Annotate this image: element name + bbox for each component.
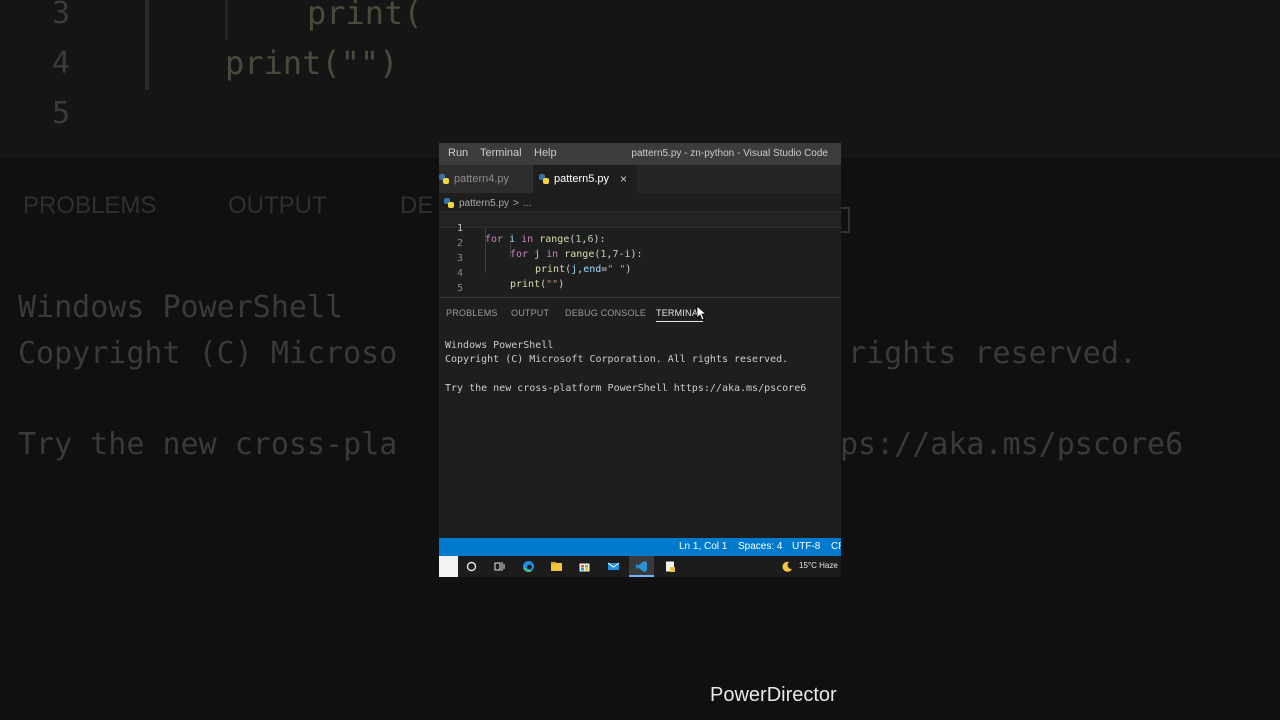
tab-problems[interactable]: PROBLEMS xyxy=(446,308,498,318)
task-view-icon[interactable] xyxy=(493,560,506,573)
bg-terminal-line: Windows PowerShell xyxy=(18,290,344,325)
line-number: 5 xyxy=(456,283,463,294)
windows-taskbar: 15°C Haze xyxy=(439,556,841,577)
terminal-line: Copyright (C) Microsoft Corporation. All… xyxy=(445,354,789,365)
bg-gutter xyxy=(145,0,149,90)
status-bar: Ln 1, Col 1 Spaces: 4 UTF-8 CR xyxy=(439,538,841,556)
document-app-icon[interactable] xyxy=(664,560,677,573)
file-explorer-icon[interactable] xyxy=(550,560,563,573)
search-icon[interactable] xyxy=(465,560,478,573)
tab-pattern5[interactable]: pattern5.py × xyxy=(533,165,637,193)
code-line[interactable]: 5 xyxy=(439,272,841,294)
python-file-icon xyxy=(439,174,449,184)
code-line[interactable]: 3 print(j,end=" ") xyxy=(439,242,841,275)
code-line[interactable]: 4 print("") xyxy=(439,257,841,290)
active-app-indicator xyxy=(629,575,654,577)
bg-line-number: 3 xyxy=(52,0,71,31)
code-line[interactable]: 2 for j in range(1,7-i): xyxy=(439,227,841,260)
close-icon[interactable]: × xyxy=(620,172,627,186)
bg-terminal-line: Try the new cross-pla xyxy=(18,427,398,462)
menu-terminal[interactable]: Terminal xyxy=(480,147,522,159)
bg-panel-tab: PROBLEMS xyxy=(23,192,157,219)
status-eol[interactable]: CR xyxy=(831,541,841,552)
bg-terminal-line: rights reserved. xyxy=(848,336,1137,371)
terminal-line: Try the new cross-platform PowerShell ht… xyxy=(445,383,807,394)
mouse-cursor-icon xyxy=(696,305,706,321)
tab-debug-console[interactable]: DEBUG CONSOLE xyxy=(565,308,646,318)
bg-code-line: print("") xyxy=(225,44,399,82)
tab-output[interactable]: OUTPUT xyxy=(511,308,549,318)
code-editor[interactable]: 1 for i in range(1,6): 2 for j in range(… xyxy=(439,211,841,297)
editor-tabs: pattern4.py pattern5.py × xyxy=(439,165,841,193)
python-file-icon xyxy=(444,198,454,208)
bg-terminal-line: Copyright (C) Microso xyxy=(18,336,398,371)
breadcrumb-file[interactable]: pattern5.py xyxy=(459,198,509,209)
weather-text: 15°C Haze xyxy=(799,561,838,570)
bottom-panel: PROBLEMS OUTPUT DEBUG CONSOLE TERMINAL W… xyxy=(439,297,841,539)
window-title: pattern5.py - zn-python - Visual Studio … xyxy=(631,148,828,159)
vscode-icon[interactable] xyxy=(635,560,648,573)
bg-line-number: 5 xyxy=(52,96,71,131)
breadcrumb: pattern5.py > ... xyxy=(439,195,841,211)
bg-editor: 3 4 5 print( print("") xyxy=(0,0,1280,158)
status-encoding[interactable]: UTF-8 xyxy=(792,541,820,552)
status-cursor-position[interactable]: Ln 1, Col 1 xyxy=(679,541,727,552)
tab-label: pattern4.py xyxy=(454,173,510,185)
vscode-window: Run Terminal Help pattern5.py - zn-pytho… xyxy=(439,143,841,577)
bg-indent-guide xyxy=(225,0,228,40)
chevron-right-icon: > xyxy=(513,197,519,209)
weather-moon-icon xyxy=(782,561,792,572)
edge-browser-icon[interactable] xyxy=(522,560,535,573)
powerdirector-watermark: PowerDirector xyxy=(710,684,837,706)
tab-label: pattern5.py xyxy=(554,173,610,185)
python-file-icon xyxy=(539,174,549,184)
start-button[interactable] xyxy=(439,556,458,577)
bg-terminal-line: ps://aka.ms/pscore6 xyxy=(840,427,1184,462)
store-icon[interactable] xyxy=(578,560,591,573)
bg-panel-tab: DE xyxy=(400,192,434,219)
menu-run[interactable]: Run xyxy=(448,147,468,159)
title-bar: Run Terminal Help pattern5.py - zn-pytho… xyxy=(439,143,841,165)
terminal-line: Windows PowerShell xyxy=(445,340,554,351)
status-indentation[interactable]: Spaces: 4 xyxy=(738,541,782,552)
menu-help[interactable]: Help xyxy=(534,147,557,159)
breadcrumb-symbol[interactable]: ... xyxy=(523,198,531,209)
mail-icon[interactable] xyxy=(607,560,620,573)
bg-panel-tab: OUTPUT xyxy=(228,192,327,219)
tab-pattern4[interactable]: pattern4.py xyxy=(439,165,533,193)
bg-code-line: print( xyxy=(307,0,423,32)
bg-line-number: 4 xyxy=(52,46,71,81)
code-line[interactable]: 1 for i in range(1,6): xyxy=(439,211,841,245)
